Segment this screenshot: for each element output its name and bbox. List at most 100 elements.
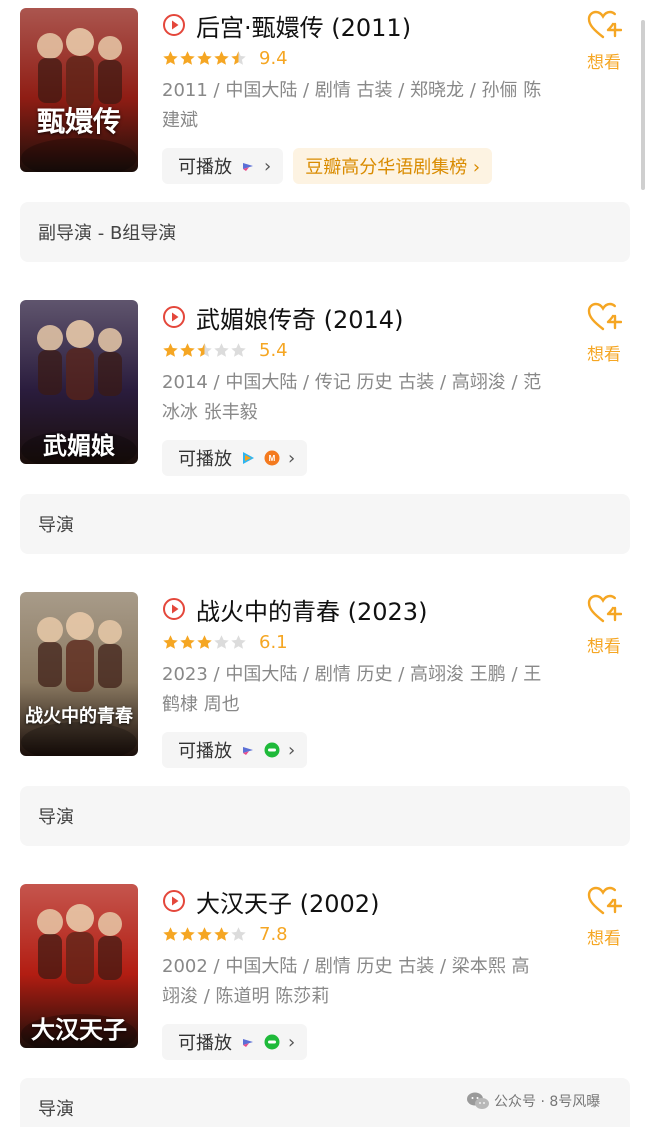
playable-button[interactable]: 可播放 › — [162, 148, 284, 184]
poster-image[interactable]: 武媚娘 — [20, 300, 138, 464]
role-text: 副导演 - B组导演 — [38, 223, 177, 244]
want-to-watch-label: 想看 — [587, 345, 621, 365]
star-full-icon — [163, 50, 178, 65]
rating-row: 7.8 — [162, 922, 288, 946]
rating-score: 7.8 — [259, 923, 288, 945]
watermark-text: 公众号 · 8号风曝 — [494, 1094, 601, 1110]
rating-score: 6.1 — [259, 631, 288, 653]
iqiyi-icon — [264, 742, 280, 758]
chevron-right-icon: › — [264, 155, 272, 177]
star-full-icon — [214, 926, 229, 941]
mango-tv-icon: M — [264, 450, 280, 466]
playable-label: 可播放 — [178, 449, 232, 470]
star-full-icon — [163, 342, 178, 357]
play-circle-icon[interactable] — [162, 13, 186, 37]
chevron-right-icon: › — [288, 447, 296, 469]
title-row[interactable]: 武媚娘传奇 (2014) — [162, 300, 403, 334]
show-meta: 2023 / 中国大陆 / 剧情 历史 / 高翊浚 王鹏 / 王鹤棣 周也 — [162, 664, 542, 715]
poster-title-text: 战火中的青春 — [25, 706, 133, 727]
poster-title-text: 武媚娘 — [43, 431, 115, 460]
heart-plus-icon — [587, 594, 623, 623]
star-rating — [162, 342, 247, 359]
want-to-watch-label: 想看 — [587, 637, 621, 657]
result-item[interactable]: 战火中的青春 战火中的青春 (2023) 6.1 2023 / 中国大陆 / 剧… — [0, 584, 650, 876]
bilibili-tv-icon — [243, 747, 253, 755]
show-title[interactable]: 武媚娘传奇 (2014) — [196, 300, 403, 335]
show-meta: 2002 / 中国大陆 / 剧情 历史 古装 / 梁本熙 高翊浚 / 陈道明 陈… — [162, 956, 530, 1007]
show-meta: 2011 / 中国大陆 / 剧情 古装 / 郑晓龙 / 孙俪 陈建斌 — [162, 80, 542, 131]
chevron-right-icon: › — [288, 739, 296, 761]
rating-row: 5.4 — [162, 338, 288, 362]
star-full-icon — [197, 50, 212, 65]
play-circle-icon[interactable] — [162, 889, 186, 913]
title-row[interactable]: 后宫·甄嬛传 (2011) — [162, 8, 411, 42]
heart-plus-icon — [587, 886, 623, 915]
poster-image[interactable]: 大汉天子 — [20, 884, 138, 1048]
rank-list-button[interactable]: 豆瓣高分华语剧集榜 › — [293, 148, 493, 184]
star-full-icon — [163, 634, 178, 649]
poster-image[interactable]: 战火中的青春 — [20, 592, 138, 756]
poster-art — [20, 8, 138, 172]
chip-row: 可播放 › — [162, 1024, 317, 1060]
playable-button[interactable]: 可播放 › — [162, 1024, 308, 1060]
star-full-icon — [180, 634, 195, 649]
role-text: 导演 — [38, 1099, 74, 1120]
show-title[interactable]: 大汉天子 (2002) — [196, 884, 379, 919]
star-full-icon — [214, 50, 229, 65]
title-row[interactable]: 战火中的青春 (2023) — [162, 592, 427, 626]
svg-text:M: M — [269, 454, 276, 463]
poster-image[interactable]: 甄嬛传 — [20, 8, 138, 172]
title-row[interactable]: 大汉天子 (2002) — [162, 884, 379, 918]
want-to-watch-button[interactable]: 想看 — [578, 884, 630, 949]
want-to-watch-label: 想看 — [587, 929, 621, 949]
star-full-icon — [180, 342, 195, 357]
star-empty-icon — [231, 926, 246, 941]
star-full-icon — [197, 634, 212, 649]
heart-plus-icon — [587, 302, 623, 331]
role-bar: 副导演 - B组导演 — [20, 202, 630, 262]
star-rating — [162, 50, 247, 67]
star-half-icon — [197, 342, 212, 357]
star-empty-icon — [231, 634, 246, 649]
show-meta: 2014 / 中国大陆 / 传记 历史 古装 / 高翊浚 / 范冰冰 张丰毅 — [162, 372, 542, 423]
playable-label: 可播放 — [178, 157, 232, 178]
want-to-watch-label: 想看 — [587, 53, 621, 73]
star-full-icon — [197, 926, 212, 941]
show-title[interactable]: 战火中的青春 (2023) — [196, 592, 427, 627]
rating-row: 6.1 — [162, 630, 288, 654]
bilibili-tv-icon — [243, 1039, 253, 1047]
star-full-icon — [180, 50, 195, 65]
chip-row: 可播放 › 豆瓣高分华语剧集榜 › — [162, 148, 502, 184]
star-empty-icon — [231, 342, 246, 357]
rating-row: 9.4 — [162, 46, 288, 70]
star-empty-icon — [214, 342, 229, 357]
role-text: 导演 — [38, 515, 74, 536]
play-circle-icon[interactable] — [162, 597, 186, 621]
poster-title-text: 甄嬛传 — [36, 105, 121, 138]
rating-score: 9.4 — [259, 47, 288, 69]
play-circle-icon[interactable] — [162, 305, 186, 329]
star-empty-icon — [214, 634, 229, 649]
want-to-watch-button[interactable]: 想看 — [578, 300, 630, 365]
chip-row: 可播放 › — [162, 732, 317, 768]
star-rating — [162, 634, 247, 651]
role-text: 导演 — [38, 807, 74, 828]
bilibili-tv-icon — [243, 163, 253, 171]
want-to-watch-button[interactable]: 想看 — [578, 8, 630, 73]
playable-button[interactable]: 可播放 › — [162, 732, 308, 768]
show-title[interactable]: 后宫·甄嬛传 (2011) — [196, 8, 411, 43]
star-full-icon — [180, 926, 195, 941]
result-item[interactable]: 武媚娘 武媚娘传奇 (2014) 5.4 2014 / 中国大陆 / 传记 历史… — [0, 292, 650, 584]
playable-label: 可播放 — [178, 741, 232, 762]
playable-button[interactable]: 可播放 M › — [162, 440, 308, 476]
wechat-icon — [467, 1092, 489, 1109]
poster-art — [20, 592, 138, 756]
watermark: 公众号 · 8号风曝 — [466, 1088, 600, 1114]
star-full-icon — [163, 926, 178, 941]
rating-score: 5.4 — [259, 339, 288, 361]
result-item[interactable]: 甄嬛传 后宫·甄嬛传 (2011) 9.4 2011 / 中国大陆 / 剧情 古… — [0, 0, 650, 292]
scrollbar[interactable] — [641, 20, 645, 190]
want-to-watch-button[interactable]: 想看 — [578, 592, 630, 657]
star-half-icon — [231, 50, 246, 65]
role-bar: 导演 — [20, 786, 630, 846]
